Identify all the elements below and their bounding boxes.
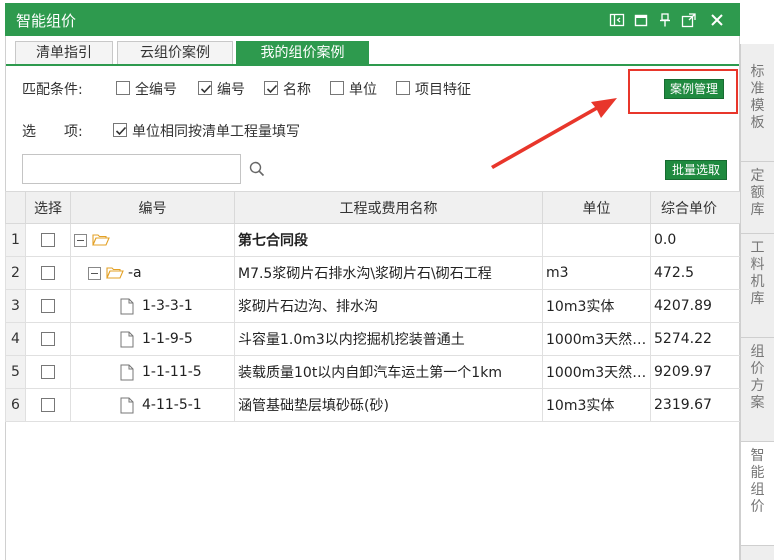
window-title-bar: 智能组价 — [5, 3, 740, 36]
table-header-row: 选择 编号 工程或费用名称 单位 综合单价 — [5, 191, 741, 224]
row-price: 4207.89 — [650, 289, 741, 323]
popout-icon[interactable] — [681, 12, 697, 28]
row-code: 1-3-3-1 — [142, 298, 193, 314]
search-input[interactable] — [22, 154, 241, 184]
checkbox-name[interactable] — [264, 81, 278, 95]
label-full-code: 全编号 — [135, 82, 177, 98]
row-number: 2 — [5, 256, 26, 290]
row-code: -a — [128, 265, 142, 281]
table-row[interactable]: 6 4-11-5-1 涵管基础垫层填砂砾(砂) 10m3实体 2319.67 — [5, 388, 741, 422]
tab-list-guide[interactable]: 清单指引 — [15, 41, 113, 65]
header-name: 工程或费用名称 — [234, 191, 543, 224]
sidebar-item-smart-pricing[interactable]: 智能组价 — [741, 442, 774, 546]
tab-bar: 清单指引 云组价案例 我的组价案例 — [5, 36, 740, 66]
label-name: 名称 — [283, 82, 311, 98]
pin-icon[interactable] — [657, 12, 673, 28]
sidebar-item-label: 智能组价 — [750, 448, 765, 515]
row-name: M7.5浆砌片石排水沟\浆砌片石\砌石工程 — [234, 256, 543, 290]
sidebar-item-quota-library[interactable]: 定额库 — [741, 162, 774, 234]
row-checkbox[interactable] — [41, 332, 55, 346]
row-checkbox[interactable] — [41, 365, 55, 379]
table-row[interactable]: 2 -a M7.5浆砌片石排水沟\浆砌片石\砌石工程 m3 472.5 — [5, 256, 741, 290]
row-price: 0.0 — [650, 223, 741, 257]
table-row[interactable]: 4 1-1-9-5 斗容量1.0m3以内挖掘机挖装普通土 1000m3天然密实方… — [5, 322, 741, 356]
row-name: 第七合同段 — [234, 223, 543, 257]
row-checkbox[interactable] — [41, 398, 55, 412]
options-label: 选 项: — [22, 124, 83, 140]
row-number: 3 — [5, 289, 26, 323]
row-number: 4 — [5, 322, 26, 356]
checkbox-unit[interactable] — [330, 81, 344, 95]
label-unit: 单位 — [349, 82, 377, 98]
restore-icon[interactable] — [633, 12, 649, 28]
row-code: 1-1-11-5 — [142, 364, 202, 380]
row-number: 1 — [5, 223, 26, 257]
row-price: 2319.67 — [650, 388, 741, 422]
document-icon — [120, 331, 134, 347]
row-price: 472.5 — [650, 256, 741, 290]
row-unit: m3 — [542, 256, 651, 290]
highlight-box — [628, 69, 738, 114]
document-icon — [120, 364, 134, 380]
document-icon — [120, 397, 134, 413]
label-project-features: 项目特征 — [415, 82, 471, 98]
batch-select-button[interactable]: 批量选取 — [665, 160, 727, 180]
row-number: 5 — [5, 355, 26, 389]
document-icon — [120, 298, 134, 314]
sidebar-item-label: 组价方案 — [750, 344, 765, 411]
row-unit: 1000m3天然密实方 — [542, 355, 651, 389]
row-unit: 1000m3天然密实方 — [542, 322, 651, 356]
row-name: 浆砌片石边沟、排水沟 — [234, 289, 543, 323]
row-unit: 10m3实体 — [542, 289, 651, 323]
row-checkbox[interactable] — [41, 233, 55, 247]
sidebar-item-label: 定额库 — [750, 168, 765, 218]
row-price: 9209.97 — [650, 355, 741, 389]
sidebar-item-label: 工料机库 — [750, 240, 765, 307]
row-unit — [542, 223, 651, 257]
row-price: 5274.22 — [650, 322, 741, 356]
search-icon[interactable] — [249, 161, 265, 177]
sidebar-item-label: 标准模板 — [750, 64, 765, 131]
row-name: 斗容量1.0m3以内挖掘机挖装普通土 — [234, 322, 543, 356]
sidebar-item-pricing-plan[interactable]: 组价方案 — [741, 338, 774, 442]
header-select: 选择 — [25, 191, 71, 224]
checkbox-code[interactable] — [198, 81, 212, 95]
case-table: 选择 编号 工程或费用名称 单位 综合单价 1 第七合同段 0.0 2 -a M… — [5, 191, 741, 422]
annotation-arrow — [491, 98, 617, 169]
checkbox-project-features[interactable] — [396, 81, 410, 95]
checkbox-full-code[interactable] — [116, 81, 130, 95]
tab-underline — [5, 64, 740, 66]
folder-open-icon — [106, 267, 124, 279]
table-row[interactable]: 1 第七合同段 0.0 — [5, 223, 741, 257]
header-unit: 单位 — [542, 191, 651, 224]
table-row[interactable]: 3 1-3-3-1 浆砌片石边沟、排水沟 10m3实体 4207.89 — [5, 289, 741, 323]
collapse-icon[interactable] — [74, 233, 87, 247]
table-row[interactable]: 5 1-1-11-5 装载质量10t以内自卸汽车运土第一个1km 1000m3天… — [5, 355, 741, 389]
row-number: 6 — [5, 388, 26, 422]
right-sidebar: 标准模板 定额库 工料机库 组价方案 智能组价 — [740, 44, 774, 560]
label-code: 编号 — [217, 82, 245, 98]
dock-left-icon[interactable] — [609, 12, 625, 28]
row-name: 涵管基础垫层填砂砾(砂) — [234, 388, 543, 422]
label-same-unit: 单位相同按清单工程量填写 — [132, 124, 300, 140]
row-name: 装载质量10t以内自卸汽车运土第一个1km — [234, 355, 543, 389]
close-icon[interactable] — [709, 12, 725, 28]
sidebar-item-material-library[interactable]: 工料机库 — [741, 234, 774, 338]
tab-my-cases[interactable]: 我的组价案例 — [236, 41, 369, 66]
row-checkbox[interactable] — [41, 266, 55, 280]
row-code: 1-1-9-5 — [142, 331, 193, 347]
header-row-number — [5, 191, 26, 224]
sidebar-item-standard-template[interactable]: 标准模板 — [741, 58, 774, 162]
row-checkbox[interactable] — [41, 299, 55, 313]
window-title: 智能组价 — [16, 12, 77, 30]
match-conditions-label: 匹配条件: — [22, 82, 83, 98]
row-unit: 10m3实体 — [542, 388, 651, 422]
checkbox-same-unit[interactable] — [113, 123, 127, 137]
row-code: 4-11-5-1 — [142, 397, 202, 413]
collapse-icon[interactable] — [88, 266, 101, 280]
header-code: 编号 — [70, 191, 235, 224]
header-unit-price: 综合单价 — [650, 191, 741, 224]
folder-open-icon — [92, 234, 110, 246]
tab-cloud-cases[interactable]: 云组价案例 — [117, 41, 233, 65]
